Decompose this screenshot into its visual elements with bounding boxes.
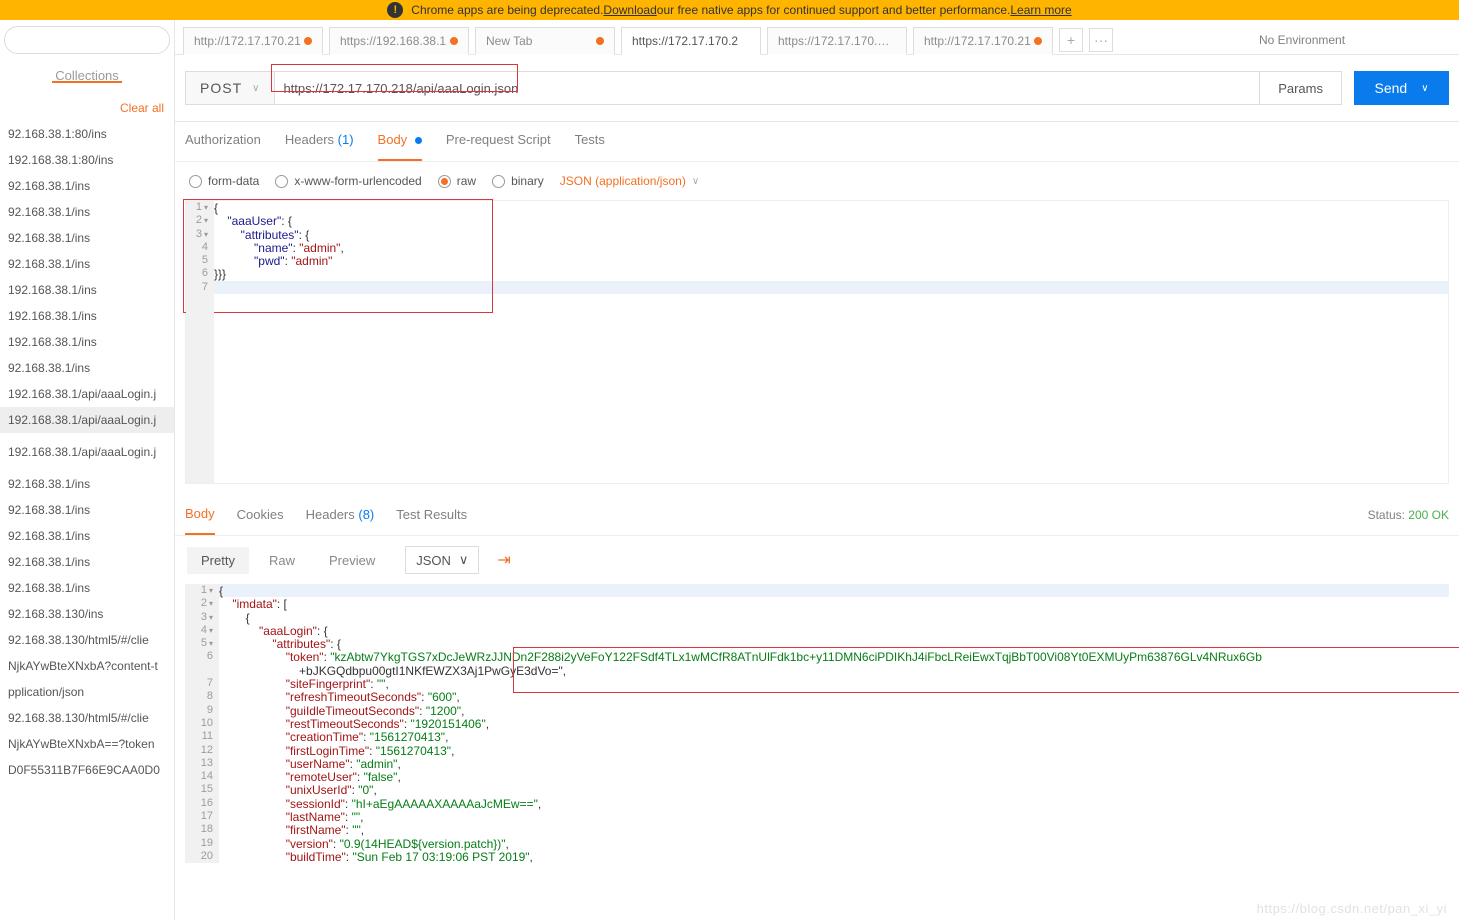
history-item[interactable]: NjkAYwBteXNxbA?content-t (0, 653, 174, 679)
send-button[interactable]: Send ∨ (1354, 71, 1449, 105)
chevron-down-icon: ∨ (252, 83, 260, 94)
history-item[interactable]: 92.168.38.1/ins (0, 523, 174, 549)
raw-button[interactable]: Raw (255, 547, 309, 574)
banner-text-2: our free native apps for continued suppo… (657, 3, 1011, 17)
history-item[interactable]: 92.168.38.1/ins (0, 199, 174, 225)
preview-button[interactable]: Preview (315, 547, 389, 574)
unsaved-dot-icon (1034, 37, 1042, 45)
deprecation-banner: ! Chrome apps are being deprecated. Down… (0, 0, 1459, 20)
tab-authorization[interactable]: Authorization (185, 122, 261, 161)
request-body-editor[interactable]: 1▾2▾3▾4567 { "aaaUser": { "attributes": … (185, 200, 1449, 484)
unsaved-dot-icon (304, 37, 312, 45)
radio-binary[interactable]: binary (492, 174, 544, 188)
response-toolbar: Pretty Raw Preview JSON ∨ ⇥ (175, 536, 1459, 584)
history-item[interactable]: pplication/json (0, 679, 174, 705)
request-tab[interactable]: https://172.17.170.218/ap (767, 27, 907, 55)
watermark: https://blog.csdn.net/pan_xi_yi (1257, 901, 1447, 916)
tab-options-button[interactable]: ··· (1089, 28, 1113, 52)
rtab-headers[interactable]: Headers (8) (306, 495, 375, 534)
unsaved-dot-icon (596, 37, 604, 45)
search-input[interactable] (4, 26, 170, 54)
history-item[interactable]: NjkAYwBteXNxbA==?token (0, 731, 174, 757)
clear-all-link[interactable]: Clear all (0, 95, 174, 121)
history-item[interactable]: 92.168.38.1/ins (0, 251, 174, 277)
tab-tests[interactable]: Tests (575, 122, 605, 161)
content-type-select[interactable]: JSON (application/json) ∨ (560, 174, 699, 188)
chevron-down-icon: ∨ (692, 176, 699, 187)
request-tab[interactable]: http://172.17.170.21 (183, 27, 323, 55)
collections-header[interactable]: Collections (0, 68, 174, 83)
rtab-body[interactable]: Body (185, 494, 215, 535)
history-item[interactable]: 192.168.38.1/ins (0, 303, 174, 329)
request-tab[interactable]: http://172.17.170.21 (913, 27, 1053, 55)
response-status: Status: 200 OK (1368, 508, 1449, 522)
history-item[interactable]: 192.168.38.1/ins (0, 329, 174, 355)
download-link[interactable]: Download (603, 3, 656, 17)
pretty-button[interactable]: Pretty (187, 547, 249, 574)
request-tab[interactable]: https://192.168.38.1 (329, 27, 469, 55)
url-input[interactable] (283, 81, 1251, 96)
new-tab-button[interactable]: + (1059, 28, 1083, 52)
request-tab[interactable]: New Tab (475, 27, 615, 55)
response-tabs: Body Cookies Headers (8) Test Results St… (175, 494, 1459, 536)
rtab-cookies[interactable]: Cookies (237, 495, 284, 534)
tab-prerequest[interactable]: Pre-request Script (446, 122, 551, 161)
response-body-editor[interactable]: 1▾2▾3▾4▾5▾67891011121314151617181920 { "… (185, 584, 1449, 863)
history-item[interactable]: D0F55311B7F66E9CAA0D0 (0, 757, 174, 783)
chevron-down-icon: ∨ (459, 552, 469, 568)
history-item[interactable]: 192.168.38.1:80/ins (0, 147, 174, 173)
history-item[interactable]: 192.168.38.1/api/aaaLogin.j (0, 407, 174, 433)
rtab-tests[interactable]: Test Results (396, 495, 467, 534)
history-item[interactable]: 192.168.38.1/ins (0, 277, 174, 303)
wrap-line-icon[interactable]: ⇥ (497, 550, 510, 570)
environment-selector[interactable]: No Environment (1251, 29, 1451, 51)
tab-bar: http://172.17.170.21https://192.168.38.1… (175, 20, 1459, 55)
history-item[interactable]: 92.168.38.1/ins (0, 225, 174, 251)
history-item[interactable]: 92.168.38.1/ins (0, 173, 174, 199)
history-list: 92.168.38.1:80/ins192.168.38.1:80/ins92.… (0, 121, 174, 783)
history-item[interactable]: 192.168.38.1/api/aaaLogin.j (0, 439, 174, 465)
radio-raw[interactable]: raw (438, 174, 476, 188)
params-button[interactable]: Params (1260, 71, 1342, 105)
chevron-down-icon: ∨ (1421, 83, 1428, 94)
history-item[interactable]: 92.168.38.1:80/ins (0, 121, 174, 147)
radio-form-data[interactable]: form-data (189, 174, 259, 188)
request-tabs: Authorization Headers (1) Body Pre-reque… (175, 122, 1459, 162)
history-item[interactable]: 92.168.38.130/html5/#/clie (0, 627, 174, 653)
method-select[interactable]: POST ∨ (185, 71, 274, 105)
request-bar: POST ∨ Params Send ∨ (175, 55, 1459, 122)
history-item[interactable]: 92.168.38.1/ins (0, 471, 174, 497)
history-item[interactable]: 92.168.38.130/html5/#/clie (0, 705, 174, 731)
response-format-select[interactable]: JSON ∨ (405, 546, 479, 574)
radio-urlencoded[interactable]: x-www-form-urlencoded (275, 174, 421, 188)
tab-headers[interactable]: Headers (1) (285, 122, 354, 161)
unsaved-dot-icon (450, 37, 458, 45)
learn-more-link[interactable]: Learn more (1010, 3, 1071, 17)
history-item[interactable]: 92.168.38.1/ins (0, 497, 174, 523)
history-item[interactable]: 92.168.38.1/ins (0, 549, 174, 575)
warning-icon: ! (387, 2, 403, 18)
history-item[interactable]: 192.168.38.1/api/aaaLogin.j (0, 381, 174, 407)
request-tab[interactable]: https://172.17.170.2 (621, 27, 761, 55)
history-item[interactable]: 92.168.38.1/ins (0, 575, 174, 601)
banner-text: Chrome apps are being deprecated. (411, 3, 603, 17)
sidebar: Collections Clear all 92.168.38.1:80/ins… (0, 20, 175, 920)
body-type-row: form-data x-www-form-urlencoded raw bina… (175, 162, 1459, 200)
history-item[interactable]: 92.168.38.130/ins (0, 601, 174, 627)
tab-body[interactable]: Body (378, 122, 422, 161)
unsaved-dot-icon (415, 137, 422, 144)
history-item[interactable]: 92.168.38.1/ins (0, 355, 174, 381)
